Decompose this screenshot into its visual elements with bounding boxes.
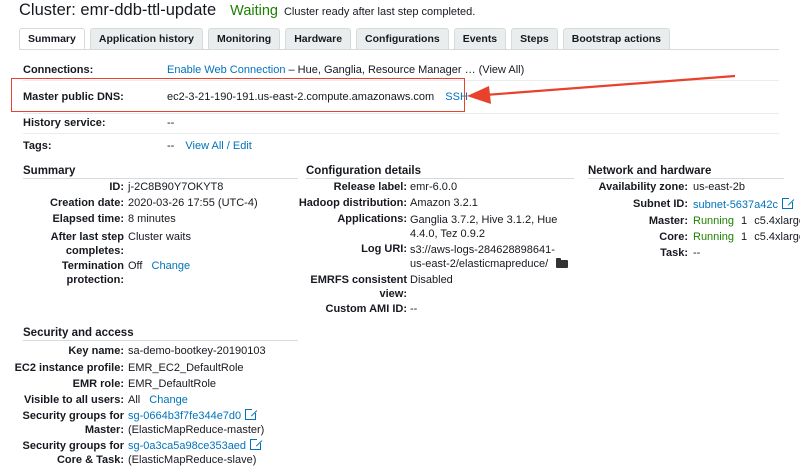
security-group-master-link[interactable]: sg-0664b3f7fe344e7d0 <box>128 410 241 422</box>
tab-monitoring[interactable]: Monitoring <box>207 28 281 49</box>
creation-date-label: Creation date: <box>50 197 124 209</box>
task-label: Task: <box>660 247 688 259</box>
tab-events[interactable]: Events <box>453 28 507 49</box>
termination-change-link[interactable]: Change <box>152 260 191 272</box>
emr-role-value: EMR_DefaultRole <box>128 378 217 390</box>
tags-value: -- View All / Edit <box>167 140 252 152</box>
log-uri-text: s3://aws-logs-284628898641-us-east-2/ela… <box>410 244 555 270</box>
key-name-label: Key name: <box>68 345 124 357</box>
core-value: Running 1 c5.4xlarge <box>693 231 800 243</box>
divider <box>23 133 779 134</box>
tab-bar: Summary Application history Monitoring H… <box>19 28 675 50</box>
master-count: 1 <box>741 215 748 227</box>
availability-zone-value: us-east-2b <box>693 181 745 193</box>
tab-configurations[interactable]: Configurations <box>356 28 449 49</box>
core-label: Core: <box>659 231 688 243</box>
tags-label: Tags: <box>23 140 52 152</box>
status-text: Cluster ready after last step completed. <box>283 6 476 18</box>
tab-steps[interactable]: Steps <box>511 28 558 49</box>
applications-value: Ganglia 3.7.2, Hive 3.1.2, Hue 4.4.0, Te… <box>410 214 558 240</box>
custom-ami-label: Custom AMI ID: <box>325 303 407 315</box>
master-value: Running 1 c5.4xlarge <box>693 215 800 227</box>
after-last-step-label: After last step completes: <box>50 231 124 257</box>
elapsed-time-value: 8 minutes <box>128 213 176 225</box>
visible-to-all-users-text: All <box>128 394 141 406</box>
custom-ami-value: -- <box>410 303 418 315</box>
core-status: Running <box>693 231 734 243</box>
subnet-id-value: subnet-5637a42c <box>693 196 796 211</box>
core-instance-type: c5.4xlarge <box>754 231 800 243</box>
arrow-annotation <box>467 74 736 104</box>
subnet-id-label: Subnet ID: <box>633 198 688 210</box>
log-uri-value: s3://aws-logs-284628898641-us-east-2/ela… <box>410 243 570 271</box>
tab-hardware[interactable]: Hardware <box>285 28 352 49</box>
release-label-label: Release label: <box>333 181 407 193</box>
master-instance-type: c5.4xlarge <box>754 215 800 227</box>
master-status: Running <box>693 215 734 227</box>
log-uri-label: Log URI: <box>361 243 407 255</box>
section-divider <box>306 178 574 179</box>
availability-zone-label: Availability zone: <box>598 181 688 193</box>
release-label-value: emr-6.0.0 <box>410 181 458 193</box>
security-groups-master-value: sg-0664b3f7fe344e7d0 (ElasticMapReduce-m… <box>128 407 265 437</box>
section-divider <box>23 178 298 179</box>
section-divider <box>23 340 298 341</box>
security-groups-core-task-label: Security groups for Core & Task: <box>22 440 124 466</box>
section-divider <box>588 178 784 179</box>
emr-role-label: EMR role: <box>72 378 124 390</box>
page-title: Cluster: emr-ddb-ttl-update <box>19 1 217 19</box>
tab-application-history[interactable]: Application history <box>89 28 203 49</box>
external-link-icon[interactable] <box>250 437 264 450</box>
creation-date-value: 2020-03-26 17:55 (UTC-4) <box>128 197 258 209</box>
network-section-title: Network and hardware <box>588 165 712 177</box>
task-value: -- <box>693 247 701 259</box>
visible-to-all-users-value: All Change <box>128 394 188 406</box>
security-groups-master-label: Security groups for Master: <box>22 410 124 436</box>
applications-label: Applications: <box>337 213 407 225</box>
highlight-box <box>11 78 465 112</box>
security-group-core-task-note: (ElasticMapReduce-slave) <box>128 454 257 466</box>
termination-protection-value: Off Change <box>128 260 190 272</box>
cluster-id-value: j-2C8B90Y7OKYT8 <box>128 181 224 193</box>
core-count: 1 <box>741 231 748 243</box>
cluster-header: Cluster: emr-ddb-ttl-update Waiting Cluste… <box>19 1 475 23</box>
tab-bootstrap-actions[interactable]: Bootstrap actions <box>562 28 671 49</box>
history-service-label: History service: <box>23 117 106 129</box>
emrfs-value: Disabled <box>410 274 453 286</box>
ec2-instance-profile-value: EMR_EC2_DefaultRole <box>128 362 244 374</box>
tags-text: -- <box>167 140 175 152</box>
configuration-section-title: Configuration details <box>306 165 421 177</box>
external-link-icon[interactable] <box>245 407 259 420</box>
after-last-step-value: Cluster waits <box>128 231 191 243</box>
hadoop-distribution-value: Amazon 3.2.1 <box>410 197 478 209</box>
termination-protection-label: Termination protection: <box>61 260 124 286</box>
tab-summary[interactable]: Summary <box>19 28 85 49</box>
history-service-value: -- <box>167 117 175 129</box>
cluster-id-label: ID: <box>109 181 124 193</box>
termination-protection-text: Off <box>128 260 143 272</box>
enable-web-connection-link[interactable]: Enable Web Connection <box>167 64 285 76</box>
security-group-core-task-link[interactable]: sg-0a3ca5a98ce353aed <box>128 440 246 452</box>
visible-change-link[interactable]: Change <box>149 394 188 406</box>
subnet-id-link[interactable]: subnet-5637a42c <box>693 199 778 211</box>
summary-section-title: Summary <box>23 165 76 177</box>
security-groups-core-task-value: sg-0a3ca5a98ce353aed (ElasticMapReduce-s… <box>128 437 264 467</box>
tags-view-edit-link[interactable]: View All / Edit <box>185 140 251 152</box>
security-group-master-note: (ElasticMapReduce-master) <box>128 424 265 436</box>
emrfs-label: EMRFS consistent view: <box>310 274 407 300</box>
divider <box>23 113 779 114</box>
elapsed-time-label: Elapsed time: <box>52 213 124 225</box>
folder-icon[interactable] <box>556 258 569 268</box>
ec2-instance-profile-label: EC2 instance profile: <box>14 362 124 374</box>
visible-to-all-users-label: Visible to all users: <box>23 394 124 406</box>
tabs-divider <box>19 49 779 50</box>
status-badge: Waiting <box>230 3 278 19</box>
connections-label: Connections: <box>23 64 94 76</box>
external-link-icon[interactable] <box>782 196 796 209</box>
key-name-value: sa-demo-bootkey-20190103 <box>128 345 266 357</box>
master-label: Master: <box>648 215 688 227</box>
security-section-title: Security and access <box>23 327 134 339</box>
hadoop-distribution-label: Hadoop distribution: <box>298 197 407 209</box>
